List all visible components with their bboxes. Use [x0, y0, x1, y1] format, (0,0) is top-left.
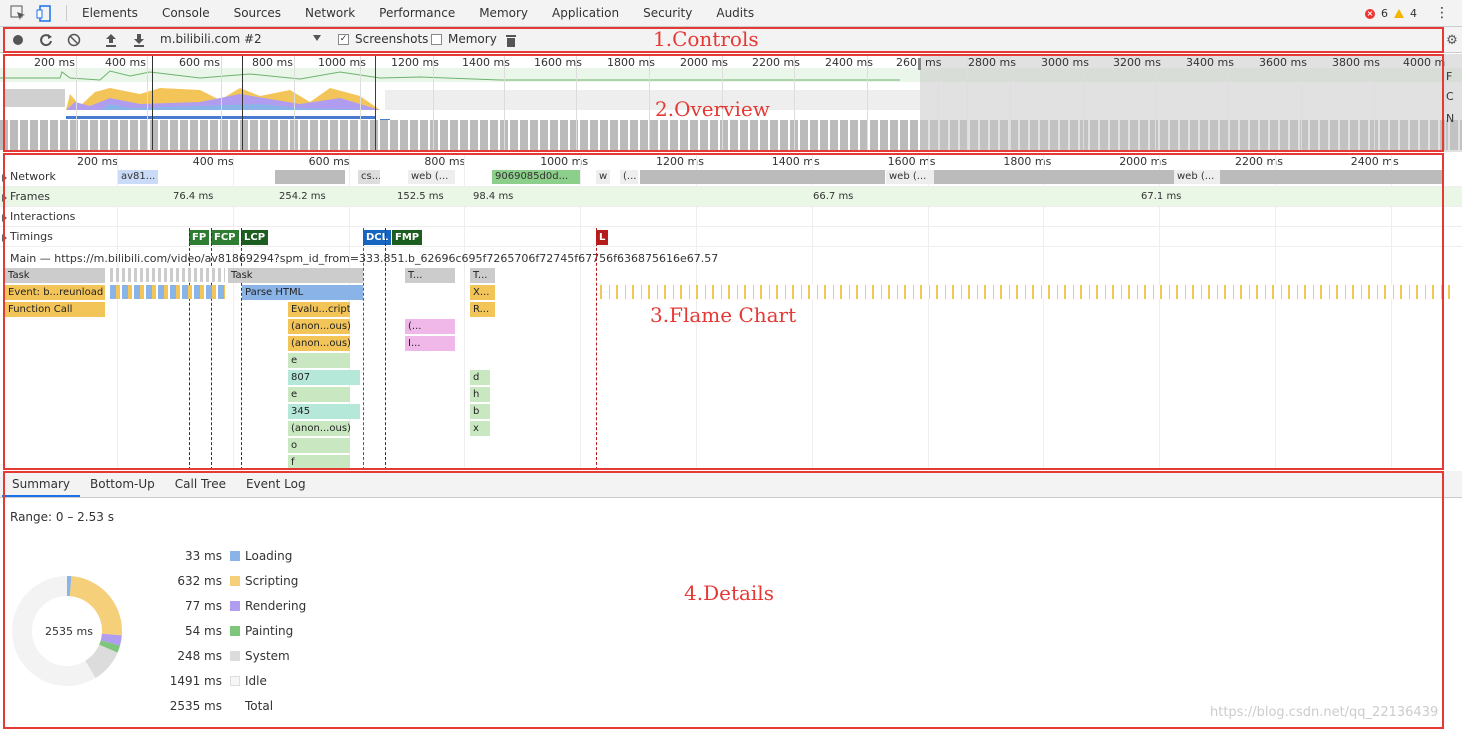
toolbar-divider — [66, 5, 67, 21]
annotation-label-controls: 1.Controls — [653, 27, 759, 51]
tab-memory[interactable]: Memory — [467, 0, 540, 27]
annotation-label-overview: 2.Overview — [655, 97, 770, 121]
tab-network[interactable]: Network — [293, 0, 367, 27]
tab-elements[interactable]: Elements — [70, 0, 150, 27]
tab-security[interactable]: Security — [631, 0, 704, 27]
tab-application[interactable]: Application — [540, 0, 631, 27]
overview-grid-line — [1445, 54, 1446, 152]
tab-sources[interactable]: Sources — [222, 0, 293, 27]
inspect-element-icon[interactable] — [10, 5, 27, 22]
lane-label-cpu: C — [1446, 90, 1454, 103]
annotation-label-details: 4.Details — [684, 581, 774, 605]
more-options-icon[interactable]: ⋮ — [1435, 5, 1449, 21]
tab-audits[interactable]: Audits — [704, 0, 766, 27]
devtools-tabs: Elements Console Sources Network Perform… — [70, 0, 766, 27]
warning-icon — [1394, 9, 1404, 18]
warning-count: 4 — [1410, 7, 1417, 20]
devtools-tabbar: Elements Console Sources Network Perform… — [0, 0, 1462, 27]
watermark: https://blog.csdn.net/qq_22136439 — [1210, 705, 1439, 720]
tab-console[interactable]: Console — [150, 0, 222, 27]
tab-performance[interactable]: Performance — [367, 0, 467, 27]
error-count: 6 — [1381, 7, 1388, 20]
lane-label-fps: F — [1446, 70, 1453, 83]
issue-counts[interactable]: × 6 4 — [1365, 7, 1417, 20]
error-icon: × — [1365, 8, 1375, 19]
annotation-label-flame: 3.Flame Chart — [650, 303, 797, 327]
lane-label-net: N — [1446, 112, 1455, 125]
settings-gear-icon[interactable]: ⚙ — [1446, 32, 1458, 48]
device-toolbar-icon[interactable] — [36, 5, 53, 22]
